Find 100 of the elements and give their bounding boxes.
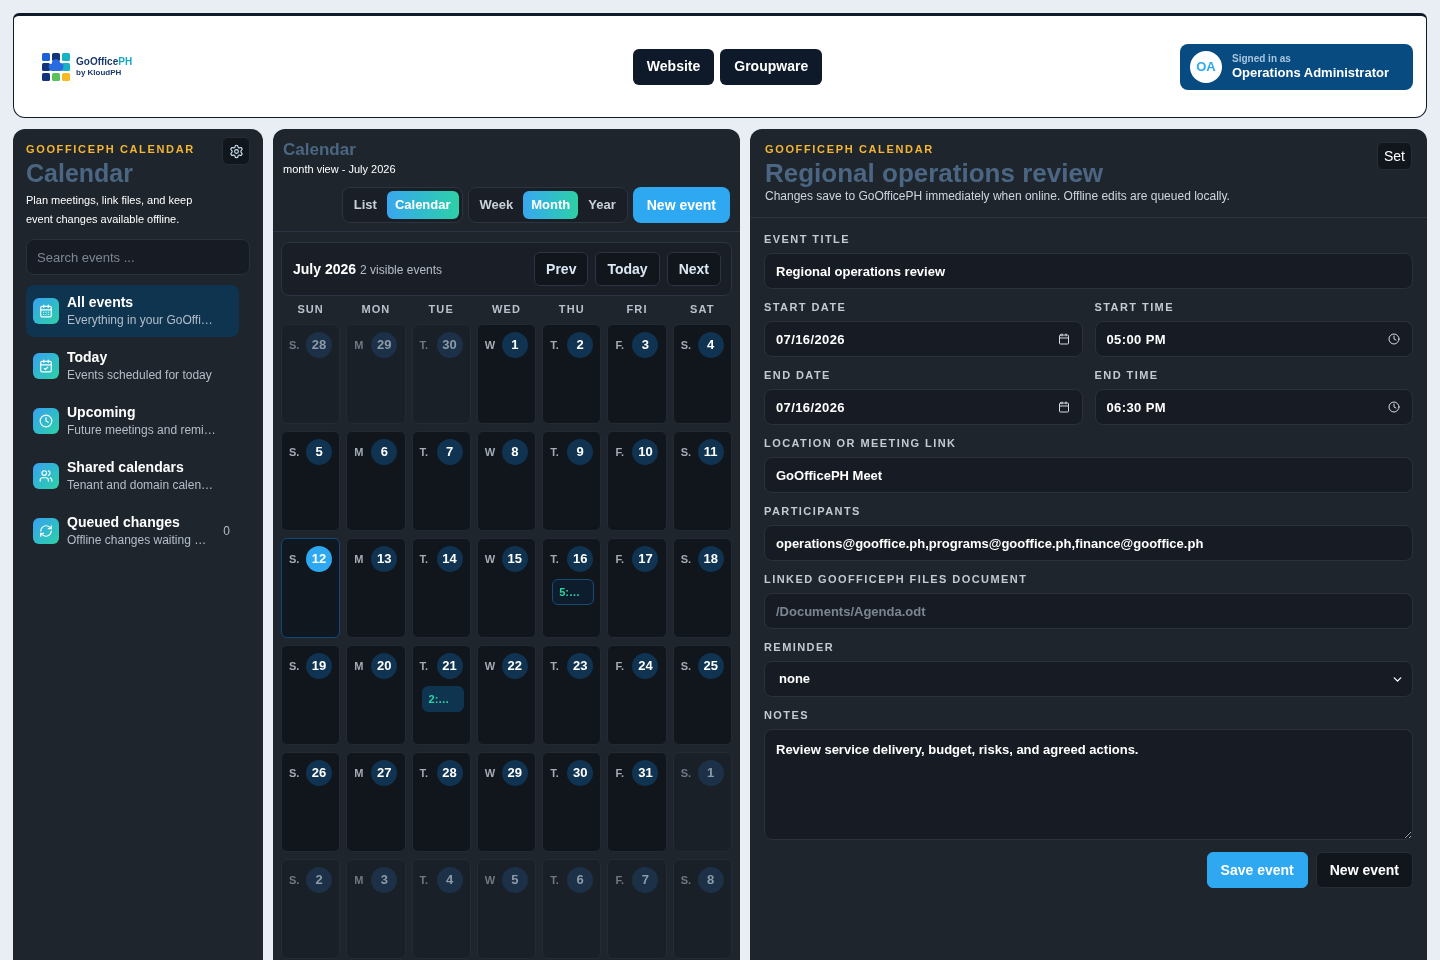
day-number: 12 [306,546,332,572]
day-cell[interactable]: T. 4 [411,859,471,959]
day-cell[interactable]: T. 9 [542,431,602,531]
weekday-initial: T. [550,658,560,674]
day-cell[interactable]: S. 2 [281,859,341,959]
weekday-initial: M [354,551,365,567]
set-button[interactable]: Set [1377,142,1412,170]
sidebar-item[interactable]: Today Events scheduled for today [26,340,239,392]
day-cell[interactable]: S. 18 [672,538,732,638]
event-chip[interactable]: 5:… [552,579,595,605]
weekday-initial: T. [419,551,430,567]
month-nav-button[interactable]: Prev [534,252,589,286]
event-chip[interactable]: 2:… [421,686,464,712]
day-cell[interactable]: F. 24 [607,645,667,745]
sidebar-item[interactable]: Upcoming Future meetings and remi… [26,395,239,447]
day-cell[interactable]: T. 30 [411,324,471,424]
day-number: 5 [306,439,332,465]
day-cell[interactable]: S. 4 [672,324,732,424]
reminder-select[interactable]: none [764,661,1413,697]
search-field[interactable]: Search events ... [26,239,250,275]
day-cell[interactable]: F. 3 [607,324,667,424]
settings-button[interactable] [222,137,250,165]
date-field[interactable]: 07/16/2026 [764,389,1083,425]
day-number: 30 [567,760,594,786]
weekday-initial: T. [550,765,560,781]
day-cell[interactable]: T. 28 [411,752,471,852]
signed-in-caption: Signed in as [1232,53,1292,65]
weekday-initial: F. [615,444,625,460]
time-field[interactable]: 05:00 PM [1094,321,1413,357]
weekday-initial: S. [680,765,693,781]
day-cell[interactable]: F. 31 [607,752,667,852]
sidebar-item[interactable]: All events Everything in your GoOffi… [26,285,239,337]
day-cell[interactable]: S. 19 [281,645,341,745]
day-cell[interactable]: W 8 [476,431,537,531]
weekday-header: WED [491,302,522,316]
day-cell[interactable]: W 5 [476,859,537,959]
day-number: 16 [567,546,594,572]
day-cell[interactable]: F. 7 [607,859,667,959]
new-event-button[interactable]: New event [1315,852,1413,888]
day-cell[interactable]: M 20 [346,645,406,745]
calendar-icon [1057,401,1070,413]
day-cell[interactable]: T. 7 [411,431,471,531]
day-cell[interactable]: S. 28 [281,324,341,424]
nav-link-button[interactable]: Website [632,48,715,85]
day-cell[interactable]: M 13 [346,538,406,638]
day-cell[interactable]: F. 17 [607,538,667,638]
day-cell[interactable]: W 22 [476,645,537,745]
day-cell[interactable]: S. 1 [672,752,732,852]
month-nav-button[interactable]: Today [595,252,660,286]
day-cell[interactable]: M 3 [346,859,406,959]
view-toggle-tab[interactable]: Week [471,191,522,219]
day-cell[interactable]: M 29 [346,324,406,424]
notes-textarea[interactable]: Review service delivery, budget, risks, and agreed actions. [764,729,1413,840]
view-toggle-tab[interactable]: List [345,191,385,219]
time-field[interactable]: 06:30 PM [1094,389,1413,425]
calendar-check-icon [33,353,59,379]
day-cell[interactable]: W 1 [476,324,537,424]
day-cell[interactable]: S. 12 [281,538,341,638]
day-cell[interactable]: T. 21 2:… [411,645,471,745]
month-nav-button[interactable]: Next [666,252,721,286]
weekday-header: SUN [296,302,325,316]
sidebar-item[interactable]: Queued changes Offline changes waiting … 0 [26,505,239,557]
weekday-initial: W [484,765,497,781]
weekday-initial: T. [419,658,430,674]
text-field[interactable]: operations@gooffice.ph,programs@gooffice.ph,finance@gooffice.ph [764,525,1413,561]
weekday-header: MON [360,302,392,316]
sidebar-item[interactable]: Shared calendars Tenant and domain calen… [26,450,239,502]
day-cell[interactable]: M 6 [346,431,406,531]
date-field[interactable]: 07/16/2026 [764,321,1083,357]
text-field[interactable]: Regional operations review [764,253,1413,289]
day-cell[interactable]: M 27 [346,752,406,852]
weekday-initial: S. [289,872,301,888]
day-number: 18 [697,546,724,572]
day-cell[interactable]: T. 14 [411,538,471,638]
settings-icon [228,143,244,159]
day-cell[interactable]: S. 25 [672,645,732,745]
day-cell[interactable]: S. 8 [672,859,732,959]
nav-link-button[interactable]: Groupware [720,48,823,85]
weekday-initial: S. [680,872,693,888]
day-cell[interactable]: T. 2 [542,324,602,424]
day-cell[interactable]: T. 23 [542,645,602,745]
weekday-initial: W [484,658,497,674]
day-cell[interactable]: W 29 [476,752,537,852]
day-cell[interactable]: T. 16 5:… [542,538,602,638]
day-number: 3 [632,332,659,358]
text-field[interactable]: GoOfficePH Meet [764,457,1413,493]
field-label: LINKED GOOFFICEPH FILES DOCUMENT [764,573,1029,586]
weekday-initial: W [484,551,497,567]
day-cell[interactable]: S. 5 [281,431,341,531]
day-cell[interactable]: F. 10 [607,431,667,531]
weekday-initial: T. [550,444,560,460]
day-cell[interactable]: S. 11 [672,431,732,531]
day-number: 8 [697,867,724,893]
weekday-initial: M [354,337,365,353]
view-toggle-tab[interactable]: Year [580,191,624,219]
day-cell[interactable]: W 15 [476,538,537,638]
text-field[interactable]: /Documents/Agenda.odt [764,593,1413,629]
day-cell[interactable]: S. 26 [281,752,341,852]
day-cell[interactable]: T. 6 [542,859,602,959]
day-cell[interactable]: T. 30 [542,752,602,852]
